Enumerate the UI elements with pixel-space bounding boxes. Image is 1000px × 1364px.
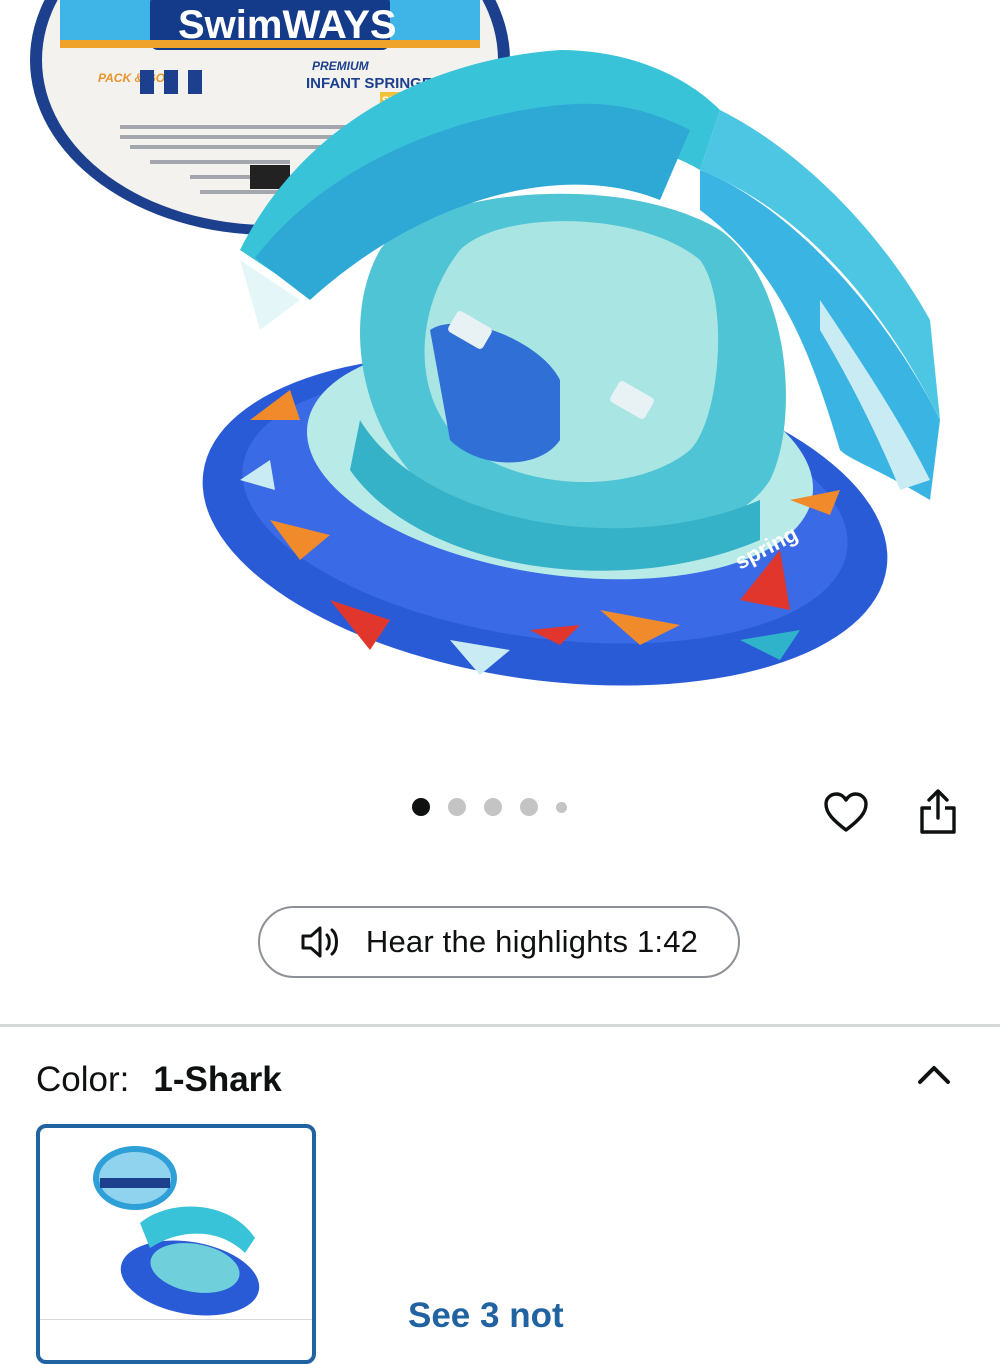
svg-text:PREMIUM: PREMIUM [312, 59, 370, 73]
swatch-thumbnail [93, 1146, 260, 1316]
carousel-dot-2[interactable] [448, 798, 466, 816]
speaker-icon [301, 926, 338, 958]
hear-highlights-button[interactable]: Hear the highlights 1:42 [258, 906, 740, 978]
color-swatch-1-shark[interactable] [36, 1124, 316, 1364]
carousel-dot-3[interactable] [484, 798, 502, 816]
share-icon [920, 789, 956, 834]
carousel-dot-4[interactable] [520, 798, 538, 816]
wishlist-button[interactable] [818, 784, 874, 840]
see-more-link[interactable]: See 3 not [408, 1296, 564, 1336]
swatch-divider [40, 1319, 312, 1320]
product-image[interactable]: SwimWAYS PREMIUM INFANT SPRINGER SUN PAC… [0, 0, 1000, 760]
share-button[interactable] [910, 784, 966, 840]
carousel-dot-1[interactable] [412, 798, 430, 816]
carousel-dot-5[interactable] [556, 801, 567, 813]
color-value: 1-Shark [153, 1060, 282, 1099]
carousel-indicator [412, 798, 567, 816]
section-divider [0, 1024, 1000, 1027]
color-label: Color: [36, 1060, 130, 1099]
chevron-up-icon[interactable] [912, 1054, 956, 1094]
heart-icon [824, 792, 868, 832]
svg-text:PACK & GO: PACK & GO [98, 71, 166, 85]
hear-highlights-label: Hear the highlights 1:42 [365, 924, 699, 959]
color-selector-header: Color: 1-Shark [36, 1060, 282, 1100]
infant-seat: spring [350, 193, 802, 574]
